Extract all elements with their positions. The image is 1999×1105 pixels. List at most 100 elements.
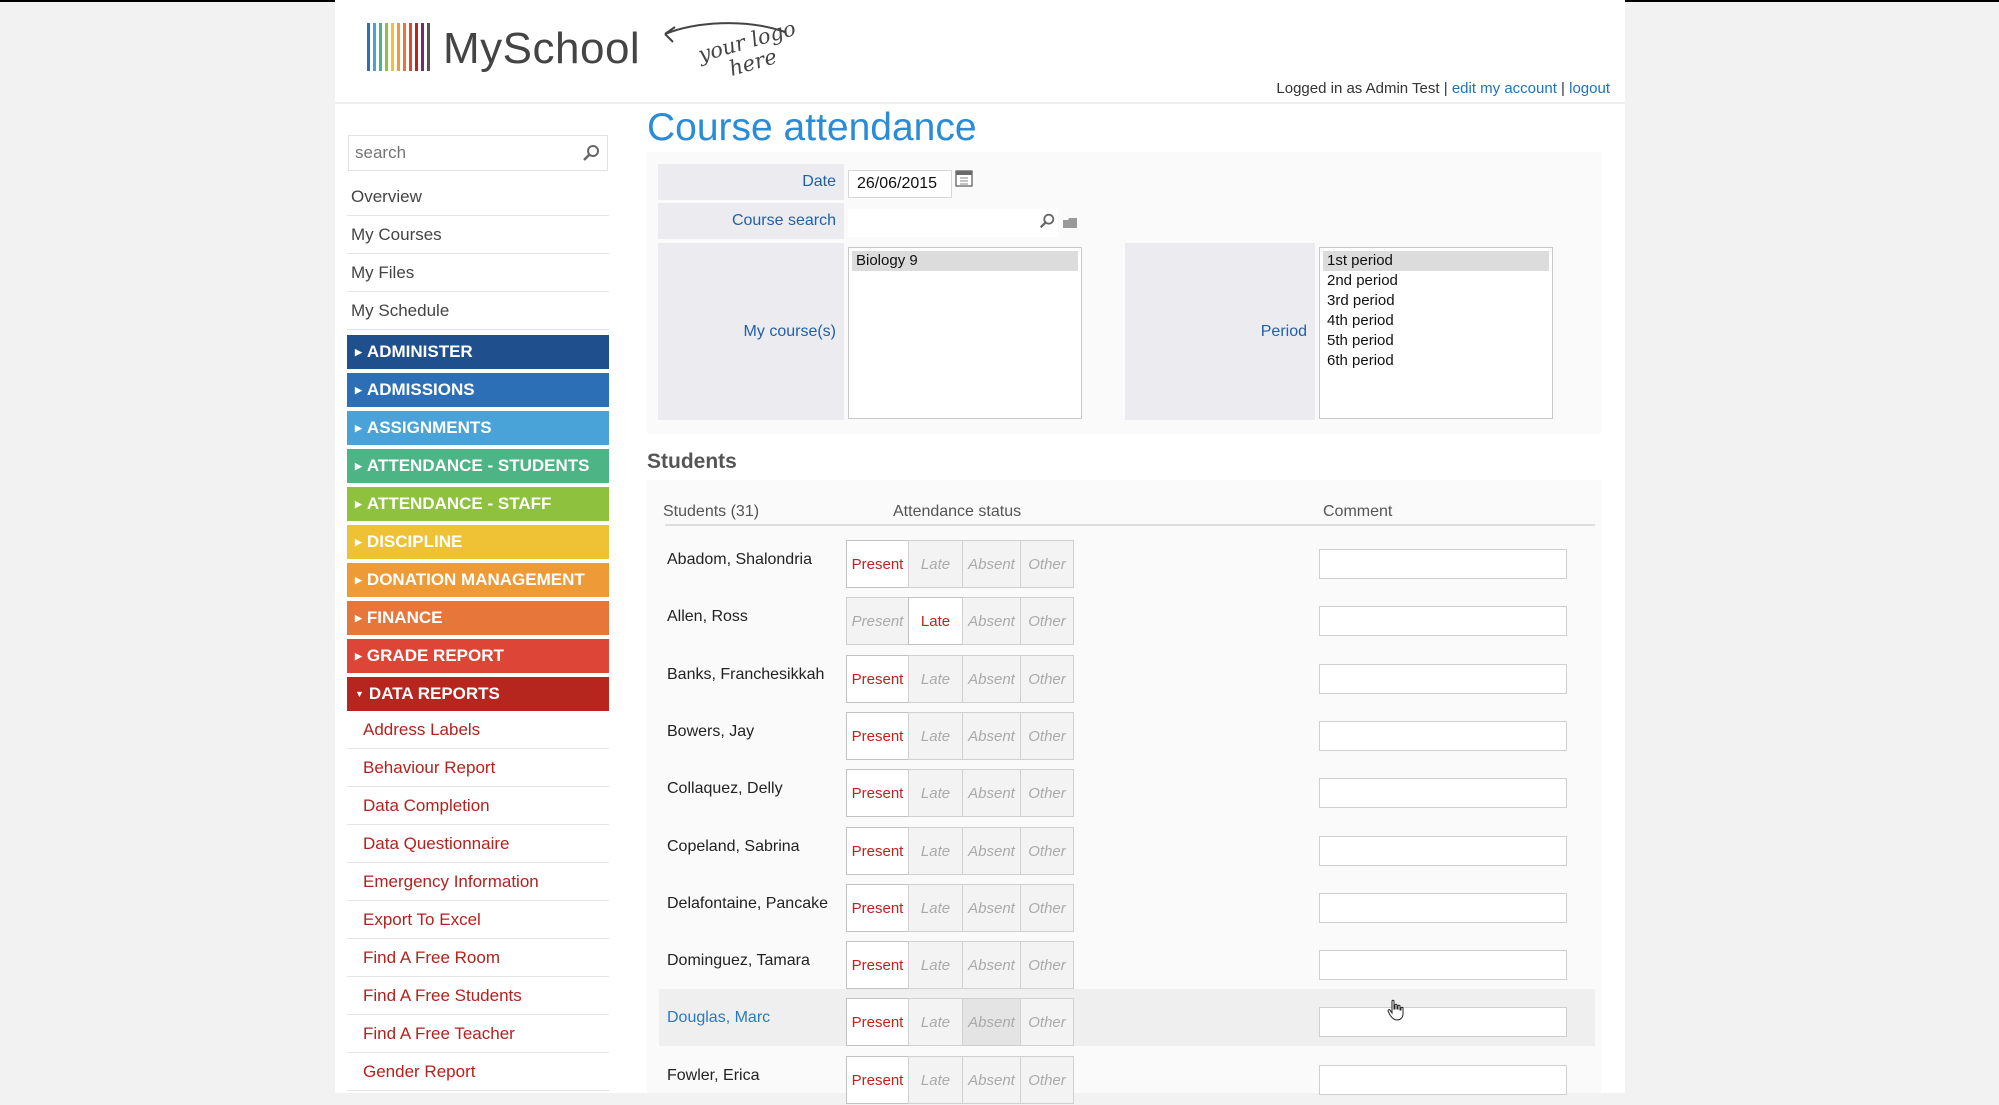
status-other-button[interactable]: Other (1020, 826, 1074, 875)
status-present-button[interactable]: Present (846, 883, 909, 932)
comment-field[interactable] (1319, 1064, 1567, 1095)
search-icon[interactable] (1038, 212, 1056, 230)
status-late-button[interactable]: Late (908, 654, 963, 703)
status-absent-button[interactable]: Absent (962, 597, 1021, 646)
comment-field[interactable] (1319, 663, 1567, 694)
status-present-button[interactable]: Present (846, 711, 909, 760)
search-icon[interactable] (581, 143, 601, 163)
comment-field[interactable] (1319, 1007, 1567, 1038)
status-other-button[interactable]: Other (1020, 941, 1074, 990)
student-name: Banks, Franchesikkah (667, 665, 825, 683)
calendar-icon[interactable] (955, 169, 973, 187)
status-other-button[interactable]: Other (1020, 1055, 1074, 1104)
column-attendance-status: Attendance status (893, 503, 1022, 520)
date-field[interactable]: 26/06/2015 (848, 170, 952, 198)
comment-field[interactable] (1319, 835, 1567, 866)
status-present-button[interactable]: Present (846, 540, 909, 588)
status-late-button[interactable]: Late (908, 769, 963, 818)
sidebar-subitem-export-to-excel[interactable]: Export To Excel (347, 901, 609, 939)
edit-account-link[interactable]: edit my account (1452, 80, 1557, 97)
status-late-button[interactable]: Late (908, 597, 963, 646)
sidebar-subitem-find-a-free-room[interactable]: Find A Free Room (347, 939, 609, 977)
comment-field[interactable] (1319, 549, 1567, 579)
status-other-button[interactable]: Other (1020, 540, 1074, 588)
sidebar-subitem-data-completion[interactable]: Data Completion (347, 787, 609, 825)
status-present-button[interactable]: Present (846, 941, 909, 990)
attendance-status-toggle: Present Late Absent Other (846, 597, 1074, 646)
course-option[interactable]: Biology 9 (852, 251, 1078, 271)
status-late-button[interactable]: Late (908, 998, 963, 1047)
attendance-status-toggle: Present Late Absent Other (846, 1055, 1074, 1104)
sidebar-section-attendance-staff[interactable]: ▶ ATTENDANCE - STAFF (347, 487, 609, 521)
status-late-button[interactable]: Late (908, 941, 963, 990)
status-other-button[interactable]: Other (1020, 883, 1074, 932)
sidebar-subitem-find-a-free-teacher[interactable]: Find A Free Teacher (347, 1015, 609, 1053)
sidebar-section-grade-report[interactable]: ▶ GRADE REPORT (347, 639, 609, 673)
status-present-button[interactable]: Present (846, 998, 909, 1047)
status-other-button[interactable]: Other (1020, 769, 1074, 818)
period-option[interactable]: 1st period (1323, 251, 1549, 271)
status-late-button[interactable]: Late (908, 826, 963, 875)
chevron-right-icon: ▶ (355, 423, 362, 433)
status-absent-button[interactable]: Absent (962, 941, 1021, 990)
course-search-input[interactable] (848, 209, 1058, 237)
status-late-button[interactable]: Late (908, 540, 963, 588)
sidebar-section-finance[interactable]: ▶ FINANCE (347, 601, 609, 635)
status-present-button[interactable]: Present (846, 1055, 909, 1104)
sidebar-item-overview[interactable]: Overview (347, 178, 609, 216)
search-input[interactable] (349, 136, 577, 170)
status-absent-button[interactable]: Absent (962, 826, 1021, 875)
status-other-button[interactable]: Other (1020, 654, 1074, 703)
sidebar-section-data-reports[interactable]: ▼ DATA REPORTS (347, 677, 609, 711)
sidebar-item-my-schedule[interactable]: My Schedule (347, 292, 609, 330)
status-other-button[interactable]: Other (1020, 597, 1074, 646)
sidebar-section-discipline[interactable]: ▶ DISCIPLINE (347, 525, 609, 559)
logout-link[interactable]: logout (1569, 80, 1610, 97)
sidebar-item-my-files[interactable]: My Files (347, 254, 609, 292)
period-option[interactable]: 3rd period (1323, 291, 1549, 311)
status-present-button[interactable]: Present (846, 654, 909, 703)
comment-field[interactable] (1319, 720, 1567, 751)
status-absent-button[interactable]: Absent (962, 883, 1021, 932)
status-present-button[interactable]: Present (846, 826, 909, 875)
status-other-button[interactable]: Other (1020, 711, 1074, 760)
sidebar-section-donation-management[interactable]: ▶ DONATION MANAGEMENT (347, 563, 609, 597)
period-option[interactable]: 2nd period (1323, 271, 1549, 291)
status-absent-button[interactable]: Absent (962, 711, 1021, 760)
student-name[interactable]: Douglas, Marc (667, 1009, 770, 1027)
sidebar-subitem-gender-report[interactable]: Gender Report (347, 1053, 609, 1091)
status-other-button[interactable]: Other (1020, 998, 1074, 1047)
comment-field[interactable] (1319, 892, 1567, 923)
sidebar-subitem-behaviour-report[interactable]: Behaviour Report (347, 749, 609, 787)
chevron-right-icon: ▶ (355, 575, 362, 585)
comment-field[interactable] (1319, 950, 1567, 981)
folder-icon[interactable] (1062, 216, 1078, 230)
sidebar-subitem-data-questionnaire[interactable]: Data Questionnaire (347, 825, 609, 863)
period-list[interactable]: 1st period 2nd period 3rd period 4th per… (1319, 247, 1553, 419)
status-late-button[interactable]: Late (908, 711, 963, 760)
sidebar-subitem-find-a-free-students[interactable]: Find A Free Students (347, 977, 609, 1015)
period-option[interactable]: 5th period (1323, 331, 1549, 351)
comment-field[interactable] (1319, 778, 1567, 809)
period-option[interactable]: 6th period (1323, 351, 1549, 371)
status-late-button[interactable]: Late (908, 883, 963, 932)
sidebar-section-admissions[interactable]: ▶ ADMISSIONS (347, 373, 609, 407)
status-absent-button[interactable]: Absent (962, 540, 1021, 588)
sidebar-subitem-emergency-information[interactable]: Emergency Information (347, 863, 609, 901)
status-absent-button[interactable]: Absent (962, 1055, 1021, 1104)
status-present-button[interactable]: Present (846, 597, 909, 646)
chevron-right-icon: ▶ (355, 461, 362, 471)
sidebar-section-assignments[interactable]: ▶ ASSIGNMENTS (347, 411, 609, 445)
status-late-button[interactable]: Late (908, 1055, 963, 1104)
my-courses-list[interactable]: Biology 9 (848, 247, 1082, 419)
sidebar-item-my-courses[interactable]: My Courses (347, 216, 609, 254)
sidebar-section-attendance-students[interactable]: ▶ ATTENDANCE - STUDENTS (347, 449, 609, 483)
status-absent-button[interactable]: Absent (962, 769, 1021, 818)
status-absent-button[interactable]: Absent (962, 654, 1021, 703)
period-option[interactable]: 4th period (1323, 311, 1549, 331)
sidebar-subitem-address-labels[interactable]: Address Labels (347, 711, 609, 749)
status-present-button[interactable]: Present (846, 769, 909, 818)
status-absent-button[interactable]: Absent (962, 998, 1021, 1047)
comment-field[interactable] (1319, 606, 1567, 637)
sidebar-section-administer[interactable]: ▶ ADMINISTER (347, 335, 609, 369)
